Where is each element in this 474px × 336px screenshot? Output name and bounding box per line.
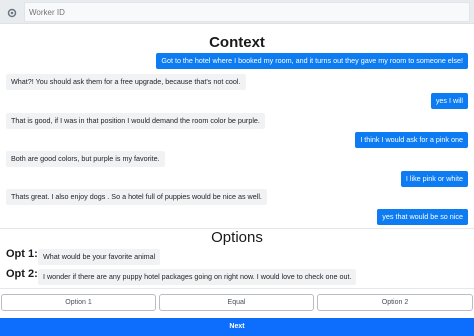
equal-button[interactable]: Equal — [159, 294, 314, 311]
option-1-button[interactable]: Option 1 — [1, 294, 156, 311]
options-title: Options — [211, 229, 263, 246]
chat-message-1: Got to the hotel where I booked my room,… — [156, 53, 468, 69]
option-2-button[interactable]: Option 2 — [317, 294, 473, 311]
option-1-label: Opt 1: — [6, 248, 38, 260]
chat-message-9: yes that would be so nice — [377, 209, 468, 225]
chat-message-6: Both are good colors, but purple is my f… — [6, 151, 165, 167]
worker-id-input[interactable] — [24, 2, 470, 22]
next-button[interactable]: Next — [0, 318, 474, 336]
context-title: Context — [209, 34, 265, 51]
chat-message-2: What?! You should ask them for a free up… — [6, 74, 246, 90]
top-bar — [0, 0, 474, 24]
option-2-text: I wonder if there are any puppy hotel pa… — [38, 269, 357, 285]
chat-message-8: Thats great. I also enjoy dogs . So a ho… — [6, 189, 267, 205]
chat-message-7: I like pink or white — [400, 171, 468, 187]
chat-message-5: I think I would ask for a pink one — [355, 132, 468, 148]
divider — [0, 288, 474, 289]
chat-message-4: That is good, if I was in that position … — [6, 113, 265, 129]
gear-icon[interactable] — [6, 6, 18, 18]
option-2-label: Opt 2: — [6, 268, 38, 280]
chat-message-3: yes I will — [430, 93, 468, 109]
option-1-text: What would be your favorite animal — [38, 249, 161, 265]
